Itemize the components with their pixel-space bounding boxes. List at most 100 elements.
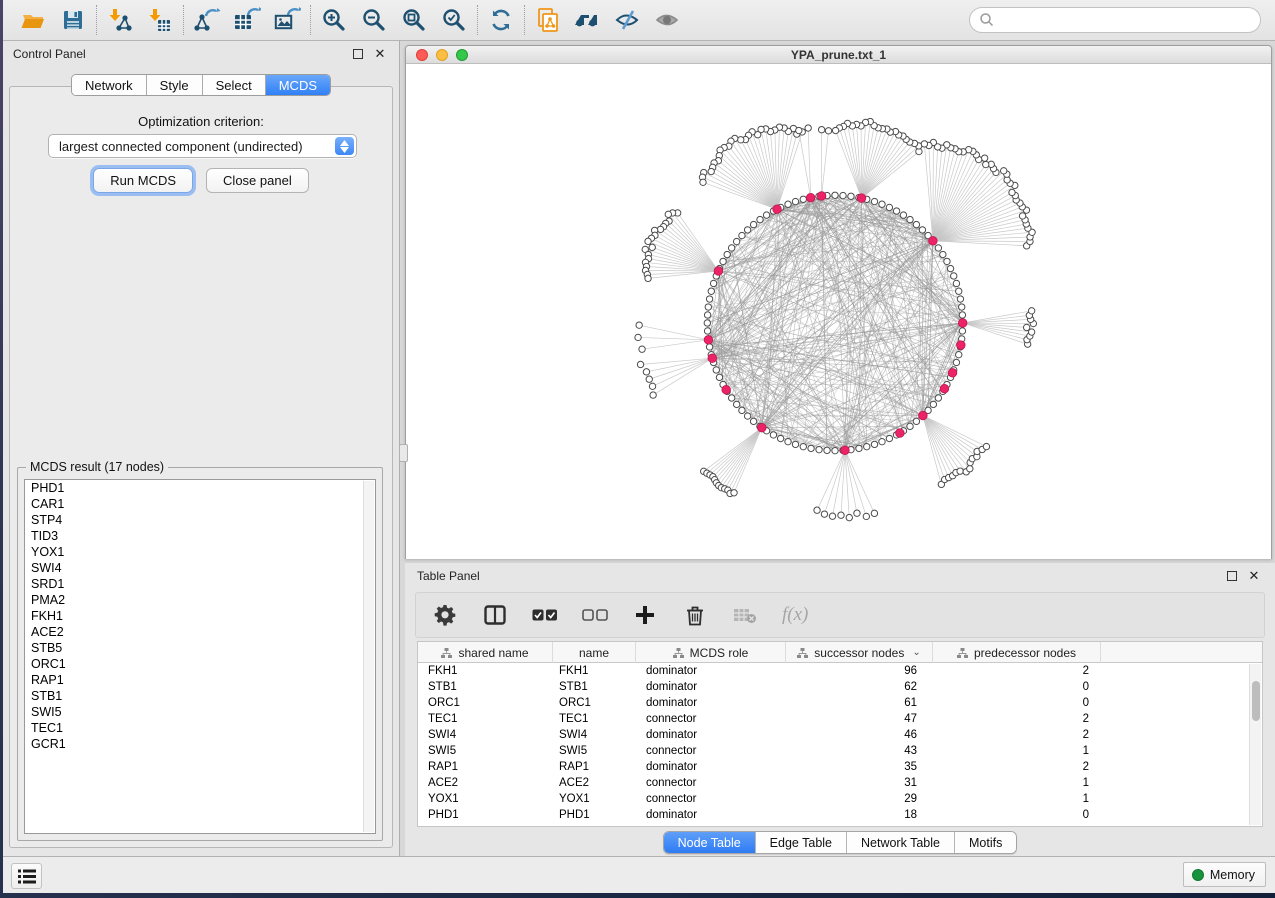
tab-select[interactable]: Select (203, 75, 266, 95)
import-network-icon[interactable] (100, 3, 140, 37)
column-header-name[interactable]: name (553, 642, 636, 663)
tab-node-table[interactable]: Node Table (664, 832, 756, 853)
show-all-eye-icon[interactable] (648, 3, 688, 37)
tab-motifs[interactable]: Motifs (955, 832, 1016, 853)
mcds-result-item[interactable]: RAP1 (25, 672, 375, 688)
tab-network[interactable]: Network (72, 75, 147, 95)
network-window-title: YPA_prune.txt_1 (406, 48, 1271, 62)
zoom-in-icon[interactable] (314, 3, 354, 37)
search-network-icon[interactable] (568, 3, 608, 37)
task-history-button[interactable] (11, 863, 42, 889)
mcds-result-list[interactable]: PHD1CAR1STP4TID3YOX1SWI4SRD1PMA2FKH1ACE2… (24, 479, 376, 834)
control-panel-tabs: NetworkStyleSelectMCDS (71, 74, 331, 96)
import-table-icon[interactable] (140, 3, 180, 37)
gear-icon[interactable] (432, 602, 458, 628)
mcds-result-item[interactable]: GCR1 (25, 736, 375, 752)
mcds-result-item[interactable]: FKH1 (25, 608, 375, 624)
table-row[interactable]: YOX1YOX1connector291 (418, 791, 1262, 807)
deselect-all-icon[interactable] (582, 602, 608, 628)
clone-network-icon[interactable] (528, 3, 568, 37)
add-row-icon[interactable] (632, 602, 658, 628)
export-image-icon[interactable] (267, 3, 307, 37)
mcds-result-item[interactable]: PMA2 (25, 592, 375, 608)
cell-name: FKH1 (553, 663, 636, 679)
table-body[interactable]: FKH1FKH1dominator962STB1STB1dominator620… (418, 663, 1262, 823)
search-input[interactable] (995, 10, 1260, 30)
mcds-result-item[interactable]: STP4 (25, 512, 375, 528)
column-header-filler (1101, 642, 1262, 663)
mcds-list-scrollbar[interactable] (363, 481, 374, 832)
mcds-result-item[interactable]: SWI5 (25, 704, 375, 720)
cell-name: ACE2 (553, 775, 636, 791)
column-header-mcds-role[interactable]: MCDS role (636, 642, 786, 663)
node-table: shared namenameMCDS rolesuccessor nodes⌄… (417, 641, 1263, 827)
mcds-result-item[interactable]: TID3 (25, 528, 375, 544)
optimization-criterion-dropdown[interactable]: largest connected component (undirected) (48, 134, 357, 158)
export-network-icon[interactable] (187, 3, 227, 37)
run-mcds-button[interactable]: Run MCDS (93, 168, 193, 193)
column-header-predecessor-nodes[interactable]: predecessor nodes (933, 642, 1101, 663)
table-row[interactable]: SWI4SWI4dominator462 (418, 727, 1262, 743)
columns-panel-icon[interactable] (482, 602, 508, 628)
table-scrollbar-thumb[interactable] (1252, 681, 1260, 721)
trash-icon[interactable] (682, 602, 708, 628)
cell-predecessor-nodes: 2 (933, 711, 1101, 727)
tab-style[interactable]: Style (147, 75, 203, 95)
toolbar-separator (310, 5, 311, 35)
shared-column-icon (797, 648, 808, 658)
network-graph-canvas[interactable] (406, 64, 1271, 559)
mcds-result-item[interactable]: STB1 (25, 688, 375, 704)
float-panel-icon[interactable] (349, 46, 367, 62)
cell-predecessor-nodes: 0 (933, 679, 1101, 695)
network-window-titlebar[interactable]: YPA_prune.txt_1 (406, 46, 1271, 64)
table-row[interactable]: SWI5SWI5connector431 (418, 743, 1262, 759)
zoom-fit-icon[interactable] (394, 3, 434, 37)
column-header-shared-name[interactable]: shared name (418, 642, 553, 663)
export-table-icon[interactable] (227, 3, 267, 37)
zoom-out-icon[interactable] (354, 3, 394, 37)
open-folder-icon[interactable] (13, 3, 53, 37)
table-row[interactable]: STB1STB1dominator620 (418, 679, 1262, 695)
search-field[interactable] (969, 7, 1261, 33)
table-scrollbar[interactable] (1249, 664, 1261, 825)
close-panel-icon[interactable]: ✕ (371, 46, 389, 62)
fx-label: f(x) (782, 604, 808, 626)
zoom-selected-icon[interactable] (434, 3, 474, 37)
mcds-result-item[interactable]: PHD1 (25, 480, 375, 496)
mcds-result-item[interactable]: STB5 (25, 640, 375, 656)
tab-mcds[interactable]: MCDS (266, 75, 330, 95)
table-row[interactable]: PHD1PHD1dominator180 (418, 807, 1262, 823)
table-row[interactable]: ACE2ACE2connector311 (418, 775, 1262, 791)
close-panel-icon[interactable]: ✕ (1245, 568, 1263, 584)
tab-edge-table[interactable]: Edge Table (756, 832, 847, 853)
mcds-result-item[interactable]: ORC1 (25, 656, 375, 672)
close-panel-button[interactable]: Close panel (206, 168, 309, 193)
table-row[interactable]: FKH1FKH1dominator962 (418, 663, 1262, 679)
mcds-result-item[interactable]: SRD1 (25, 576, 375, 592)
cell-mcds-role: connector (636, 743, 786, 759)
table-row[interactable]: ORC1ORC1dominator610 (418, 695, 1262, 711)
mcds-result-item[interactable]: SWI4 (25, 560, 375, 576)
table-row[interactable]: RAP1RAP1dominator352 (418, 759, 1262, 775)
table-row[interactable]: TEC1TEC1connector472 (418, 711, 1262, 727)
hide-selected-eye-icon[interactable] (608, 3, 648, 37)
cell-mcds-role: dominator (636, 759, 786, 775)
memory-button[interactable]: Memory (1183, 862, 1266, 887)
mcds-hub-node (958, 319, 967, 328)
mcds-result-item[interactable]: CAR1 (25, 496, 375, 512)
cell-name: SWI5 (553, 743, 636, 759)
save-icon[interactable] (53, 3, 93, 37)
mcds-result-item[interactable]: YOX1 (25, 544, 375, 560)
column-header-successor-nodes[interactable]: successor nodes⌄ (786, 642, 933, 663)
select-all-icon[interactable] (532, 602, 558, 628)
cell-mcds-role: connector (636, 791, 786, 807)
dropdown-value: largest connected component (undirected) (59, 139, 303, 154)
cell-successor-nodes: 47 (786, 711, 933, 727)
mcds-hub-node (714, 267, 723, 276)
mcds-result-item[interactable]: TEC1 (25, 720, 375, 736)
refresh-icon[interactable] (481, 3, 521, 37)
float-panel-icon[interactable] (1223, 568, 1241, 584)
mcds-result-item[interactable]: ACE2 (25, 624, 375, 640)
panel-splitter-handle[interactable] (399, 444, 408, 462)
tab-network-table[interactable]: Network Table (847, 832, 955, 853)
